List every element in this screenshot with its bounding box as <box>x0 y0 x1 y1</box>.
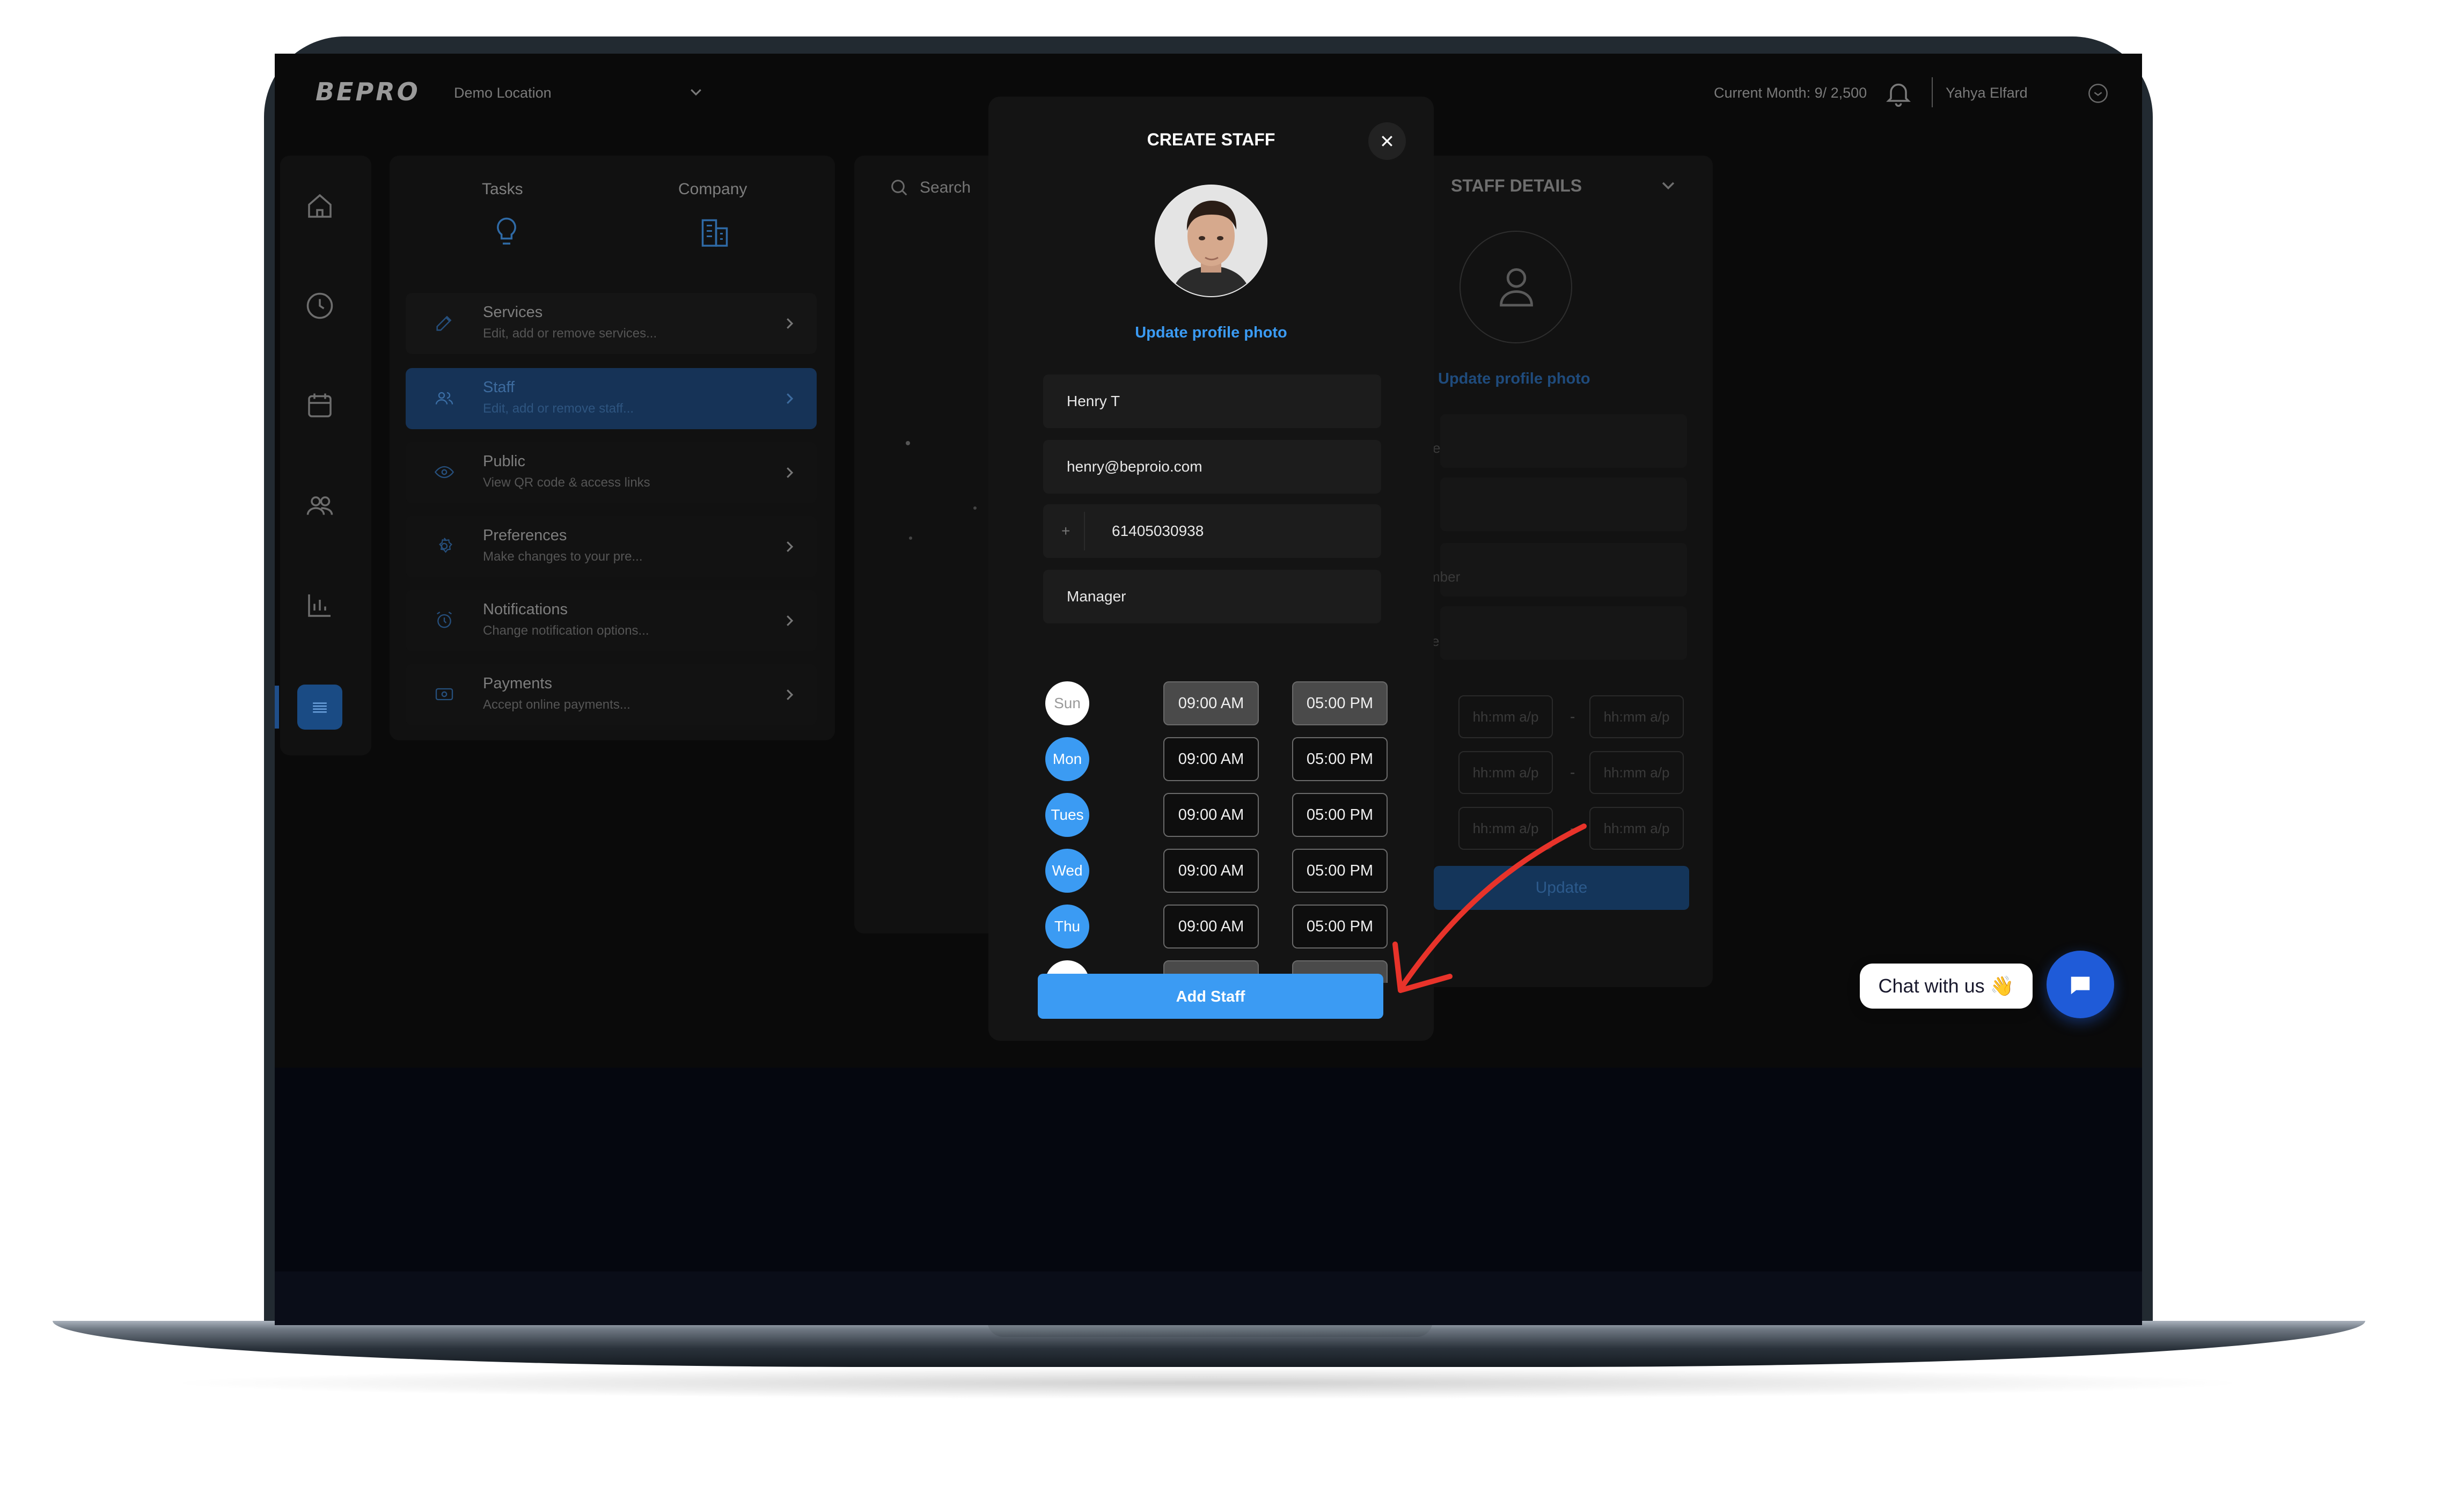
phone-input[interactable]: + 61405030938 <box>1043 504 1381 558</box>
users-icon <box>435 392 453 405</box>
laptop-screen: BEPRO Demo Location Current Month: 9/ 2,… <box>275 54 2142 1325</box>
settings-item-title: Services <box>483 304 543 321</box>
chevron-right-icon <box>787 393 794 404</box>
close-icon <box>1382 136 1392 146</box>
loading-dot <box>906 441 910 445</box>
details-end-time-input[interactable]: hh:mm a/p <box>1589 695 1684 738</box>
settings-item-subtitle: Edit, add or remove staff... <box>483 401 634 416</box>
users-icon[interactable] <box>304 489 336 521</box>
settings-item-notifications[interactable]: Notifications Change notification option… <box>406 590 817 651</box>
settings-item-public[interactable]: Public View QR code & access links <box>406 442 817 503</box>
clock-icon[interactable] <box>304 290 336 322</box>
schedule-list[interactable]: Sun 09:00 AM 05:00 PM Mon 09:00 AM 05:00… <box>988 644 1434 1001</box>
details-name-field[interactable] <box>1440 414 1687 468</box>
add-staff-button[interactable]: Add Staff <box>1038 974 1383 1019</box>
time-separator: - <box>1570 764 1575 781</box>
name-input[interactable]: Henry T <box>1043 374 1381 428</box>
home-icon[interactable] <box>304 190 336 222</box>
details-start-time-input[interactable]: hh:mm a/p <box>1458 751 1553 794</box>
role-input[interactable]: Manager <box>1043 570 1381 623</box>
settings-item-title: Notifications <box>483 601 568 618</box>
settings-item-title: Public <box>483 453 525 470</box>
calendar-icon[interactable] <box>304 389 336 422</box>
location-select-label[interactable]: Demo Location <box>454 85 552 101</box>
search-input[interactable] <box>919 175 988 201</box>
details-name-label-fragment: e <box>1433 440 1441 456</box>
chat-icon <box>2071 976 2090 995</box>
settings-item-subtitle: View QR code & access links <box>483 475 650 490</box>
chevron-right-icon <box>787 689 794 700</box>
chevron-right-icon <box>787 467 794 478</box>
settings-item-services[interactable]: Services Edit, add or remove services... <box>406 293 817 354</box>
chat-launcher-button[interactable] <box>2047 951 2114 1018</box>
modal-title: CREATE STAFF <box>1147 130 1275 149</box>
details-role-field[interactable] <box>1440 606 1687 660</box>
details-phone-field[interactable] <box>1440 543 1687 597</box>
loading-dot <box>973 506 977 510</box>
details-update-photo-link[interactable]: Update profile photo <box>1438 370 1590 388</box>
settings-item-subtitle: Accept online payments... <box>483 697 630 712</box>
email-input[interactable]: henry@beproio.com <box>1043 440 1381 494</box>
gear-icon <box>439 538 452 553</box>
chat-with-us-bubble[interactable]: Chat with us 👋 <box>1860 964 2033 1009</box>
settings-item-title: Payments <box>483 675 552 692</box>
schedule-viewport: Fri 09:00 AM 05:00 PM <box>988 644 1434 983</box>
eye-icon <box>434 466 454 479</box>
lightbulb-icon[interactable] <box>492 215 522 250</box>
settings-item-payments[interactable]: Payments Accept online payments... <box>406 664 817 725</box>
menu-icon <box>313 702 327 713</box>
details-start-time-input[interactable]: hh:mm a/p <box>1458 695 1553 738</box>
user-menu-icon[interactable] <box>2087 83 2109 104</box>
user-icon <box>1500 268 1533 307</box>
settings-item-title: Staff <box>483 379 515 396</box>
chevron-down-icon[interactable] <box>1659 176 1677 194</box>
chevron-down-icon[interactable] <box>688 84 704 100</box>
topbar-divider <box>1932 77 1933 107</box>
user-name[interactable]: Yahya Elfard <box>1946 85 2028 101</box>
phone-number: 61405030938 <box>1112 523 1204 539</box>
details-end-time-input[interactable]: hh:mm a/p <box>1589 807 1684 850</box>
month-usage: Current Month: 9/ 2,500 <box>1714 85 1867 101</box>
settings-item-subtitle: Edit, add or remove services... <box>483 326 657 341</box>
settings-item-staff[interactable]: Staff Edit, add or remove staff... <box>406 368 817 429</box>
phone-prefix[interactable]: + <box>1061 504 1070 558</box>
wave-emoji: 👋 <box>1990 975 2014 997</box>
update-profile-photo-link[interactable]: Update profile photo <box>988 324 1434 342</box>
active-indicator <box>275 686 279 729</box>
close-button[interactable] <box>1368 122 1406 160</box>
laptop-shadow <box>161 1367 2254 1399</box>
payment-icon <box>435 688 453 701</box>
details-end-time-input[interactable]: hh:mm a/p <box>1589 751 1684 794</box>
chevron-right-icon <box>787 615 794 626</box>
settings-item-preferences[interactable]: Preferences Make changes to your pre... <box>406 516 817 577</box>
alarm-icon <box>437 612 452 628</box>
settings-item-title: Preferences <box>483 527 567 544</box>
bell-icon[interactable] <box>1883 78 1913 108</box>
building-icon[interactable] <box>699 215 731 250</box>
chat-label: Chat with us <box>1878 975 1985 997</box>
chevron-right-icon <box>787 541 794 552</box>
tab-company-label[interactable]: Company <box>678 180 747 199</box>
staff-list-panel <box>854 156 1004 933</box>
time-separator: - <box>1570 708 1575 725</box>
staff-details-title: STAFF DETAILS <box>1451 176 1582 195</box>
chart-icon[interactable] <box>304 589 336 621</box>
phone-divider <box>1084 512 1085 550</box>
edit-icon <box>436 315 452 331</box>
brand-logo: BEPRO <box>316 77 420 106</box>
loading-dot <box>909 536 912 540</box>
details-email-field[interactable] <box>1440 477 1687 531</box>
icon-rail <box>280 156 371 755</box>
settings-item-subtitle: Make changes to your pre... <box>483 549 643 564</box>
chevron-right-icon <box>787 318 794 329</box>
app-window: BEPRO Demo Location Current Month: 9/ 2,… <box>275 54 2142 1068</box>
profile-avatar[interactable] <box>1155 185 1267 297</box>
search-icon <box>891 180 907 196</box>
settings-menu-button[interactable] <box>297 685 342 730</box>
annotation-arrow <box>1392 824 1587 993</box>
tab-tasks-label[interactable]: Tasks <box>482 180 523 199</box>
settings-item-subtitle: Change notification options... <box>483 623 649 638</box>
screen-bottom-strip <box>275 1271 2142 1325</box>
details-avatar-placeholder[interactable] <box>1460 231 1572 343</box>
